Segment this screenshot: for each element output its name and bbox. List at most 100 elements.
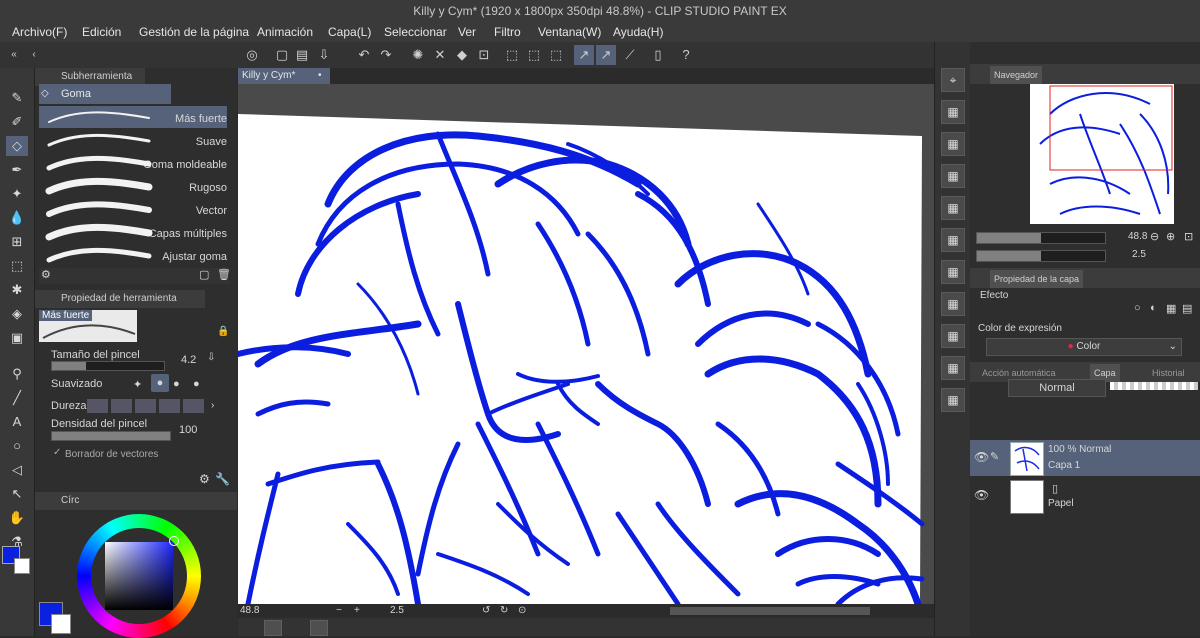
material-strip-icon-5[interactable]: ▦ [941, 228, 965, 252]
subtool-item[interactable]: Vector [39, 198, 227, 220]
auto-select-tool-icon[interactable]: ✱ [6, 280, 28, 300]
line-tool-icon[interactable]: ╱ [6, 388, 28, 408]
ruler-icon[interactable]: ⟋ [620, 45, 640, 65]
zoom-out-icon[interactable]: − [336, 604, 342, 618]
material-strip-icon-4[interactable]: ▦ [941, 196, 965, 220]
fill-icon[interactable]: ◆ [452, 45, 472, 65]
canvas-zoom-value[interactable]: 48.8 [240, 604, 259, 618]
rotate-right-icon[interactable]: ↻ [500, 604, 508, 618]
smooth-3-icon[interactable]: ● [193, 378, 200, 390]
eye-icon-2[interactable]: 👁 [974, 488, 989, 502]
material-strip-icon-8[interactable]: ▦ [941, 324, 965, 348]
eyedropper-tool-icon[interactable]: ⚲ [6, 364, 28, 384]
eraser-tool-icon[interactable]: ◇ [6, 136, 28, 156]
gradient-tool-icon[interactable]: ▣ [6, 328, 28, 348]
menu-edicion[interactable]: Edición [82, 22, 121, 42]
stabilizer-icon[interactable]: ↗ [574, 45, 594, 65]
pen-correction-icon[interactable]: ↗ [596, 45, 616, 65]
loading-icon[interactable]: ✺ [408, 45, 428, 65]
page-icon[interactable] [264, 620, 282, 636]
color-wheel-tab[interactable]: Círc [35, 495, 79, 506]
redo-icon[interactable]: ↷ [376, 45, 396, 65]
text-tool-icon[interactable]: A [6, 412, 28, 432]
tool-property-tab[interactable]: Propiedad de herramienta [35, 290, 205, 308]
drawing-canvas[interactable] [235, 84, 934, 608]
menu-ayuda[interactable]: Ayuda(H) [613, 22, 663, 42]
new-file-icon[interactable]: ▢ [272, 45, 292, 65]
material-strip-icon-1[interactable]: ▦ [941, 100, 965, 124]
blend-tool-icon[interactable]: 💧 [6, 208, 28, 228]
navigator-zoom-slider[interactable] [976, 232, 1106, 244]
transform-icon[interactable]: ⊡ [474, 45, 494, 65]
collapse-icon[interactable]: ‹ [24, 45, 44, 65]
material-strip-icon-7[interactable]: ▦ [941, 292, 965, 316]
figure-tool-icon[interactable]: ⊞ [6, 232, 28, 252]
subtool-item[interactable]: Suave [39, 129, 227, 151]
hardness-selector[interactable] [87, 399, 207, 413]
collapse-left-icon[interactable]: « [4, 45, 24, 65]
settings-icon[interactable]: ⚙ [199, 472, 210, 486]
material-strip-icon-10[interactable]: ▦ [941, 388, 965, 412]
smooth-0-icon[interactable]: ✦ [133, 378, 142, 391]
material-strip-icon-3[interactable]: ▦ [941, 164, 965, 188]
operation-tool-icon[interactable]: ↖ [6, 484, 28, 504]
zoom-in-icon[interactable]: + [354, 604, 360, 618]
layer-row-capa1[interactable]: 👁 ✎ 100 % Normal Capa 1 [970, 440, 1200, 476]
subtool-item[interactable]: Capas múltiples [39, 221, 227, 243]
brush-size-slider[interactable] [51, 361, 165, 371]
decoration-tool-icon[interactable]: ✦ [6, 184, 28, 204]
horizontal-scrollbar[interactable] [670, 607, 870, 615]
wrench-icon[interactable]: 🔧 [215, 472, 230, 486]
subtool-group-button[interactable]: Goma [39, 84, 171, 104]
menu-gestion-pagina[interactable]: Gestión de la página [139, 22, 249, 42]
menu-archivo[interactable]: Archivo(F) [12, 22, 67, 42]
navigator-strip-icon[interactable]: ⌖ [941, 68, 965, 92]
menu-animacion[interactable]: Animación [257, 22, 313, 42]
size-down-icon[interactable]: ⇩ [207, 352, 215, 363]
nav-zoom-in-icon[interactable]: ⊕ [1166, 230, 1175, 243]
navigator-tab[interactable]: Navegador [990, 66, 1043, 84]
fill-tool-icon[interactable]: ◈ [6, 304, 28, 324]
sub-color-box[interactable] [51, 614, 71, 634]
open-file-icon[interactable]: ▤ [292, 45, 312, 65]
document-tab[interactable]: Killy y Cym* • [238, 68, 330, 84]
navigator-rotation-slider[interactable] [976, 250, 1106, 262]
hue-marker[interactable] [169, 536, 179, 546]
pencil-tool-icon[interactable]: ✐ [6, 112, 28, 132]
subtool-item[interactable]: Más fuerte [39, 106, 227, 128]
menu-seleccionar[interactable]: Seleccionar [384, 22, 447, 42]
clip-studio-icon[interactable]: ◎ [242, 45, 262, 65]
eye-icon[interactable]: 👁 [974, 450, 989, 464]
subtool-settings-icon[interactable]: ⚙ [41, 268, 51, 281]
nav-fit-icon[interactable]: ⊡ [1184, 230, 1193, 243]
delete-subtool-icon[interactable]: 🗑 [217, 268, 231, 281]
clear-icon[interactable]: ✕ [430, 45, 450, 65]
menu-capa[interactable]: Capa(L) [328, 22, 371, 42]
smooth-1-icon[interactable]: ● [151, 374, 169, 392]
brush-tool-icon[interactable]: ✒ [6, 160, 28, 180]
navigator-zoom-value[interactable]: 48.8 [1128, 231, 1147, 242]
layer-row-papel[interactable]: 👁 ▯ Papel [970, 478, 1200, 514]
menu-filtro[interactable]: Filtro [494, 22, 521, 42]
canvas-rotation-value[interactable]: 2.5 [390, 604, 404, 618]
tab-history[interactable]: Historial [1148, 364, 1189, 382]
selection-tool-icon[interactable]: ⬚ [6, 256, 28, 276]
effect-buttons[interactable]: ○ ◐ ▦ ▤ [1134, 302, 1198, 318]
brush-size-value[interactable]: 4.2 [181, 354, 196, 366]
subtool-item[interactable]: Goma moldeable [39, 152, 227, 174]
menu-ventana[interactable]: Ventana(W) [538, 22, 601, 42]
expression-color-dropdown[interactable]: ● Color ⌄ [986, 338, 1182, 356]
material-strip-icon-6[interactable]: ▦ [941, 260, 965, 284]
nav-zoom-out-icon[interactable]: ⊖ [1150, 230, 1159, 243]
canvas-area[interactable] [235, 84, 934, 608]
pen-tool-icon[interactable]: ✎ [6, 88, 28, 108]
correct-line-tool-icon[interactable]: ◁ [6, 460, 28, 480]
select-all-icon[interactable]: ⬚ [502, 45, 522, 65]
tab-close-icon[interactable]: • [318, 68, 322, 84]
subtool-item[interactable]: Ajustar goma [39, 244, 227, 266]
balloon-tool-icon[interactable]: ○ [6, 436, 28, 456]
rotate-reset-icon[interactable]: ⊙ [518, 604, 526, 618]
rotate-left-icon[interactable]: ↺ [482, 604, 490, 618]
device-icon[interactable]: ▯ [648, 45, 668, 65]
navigator-preview[interactable] [1030, 84, 1174, 224]
